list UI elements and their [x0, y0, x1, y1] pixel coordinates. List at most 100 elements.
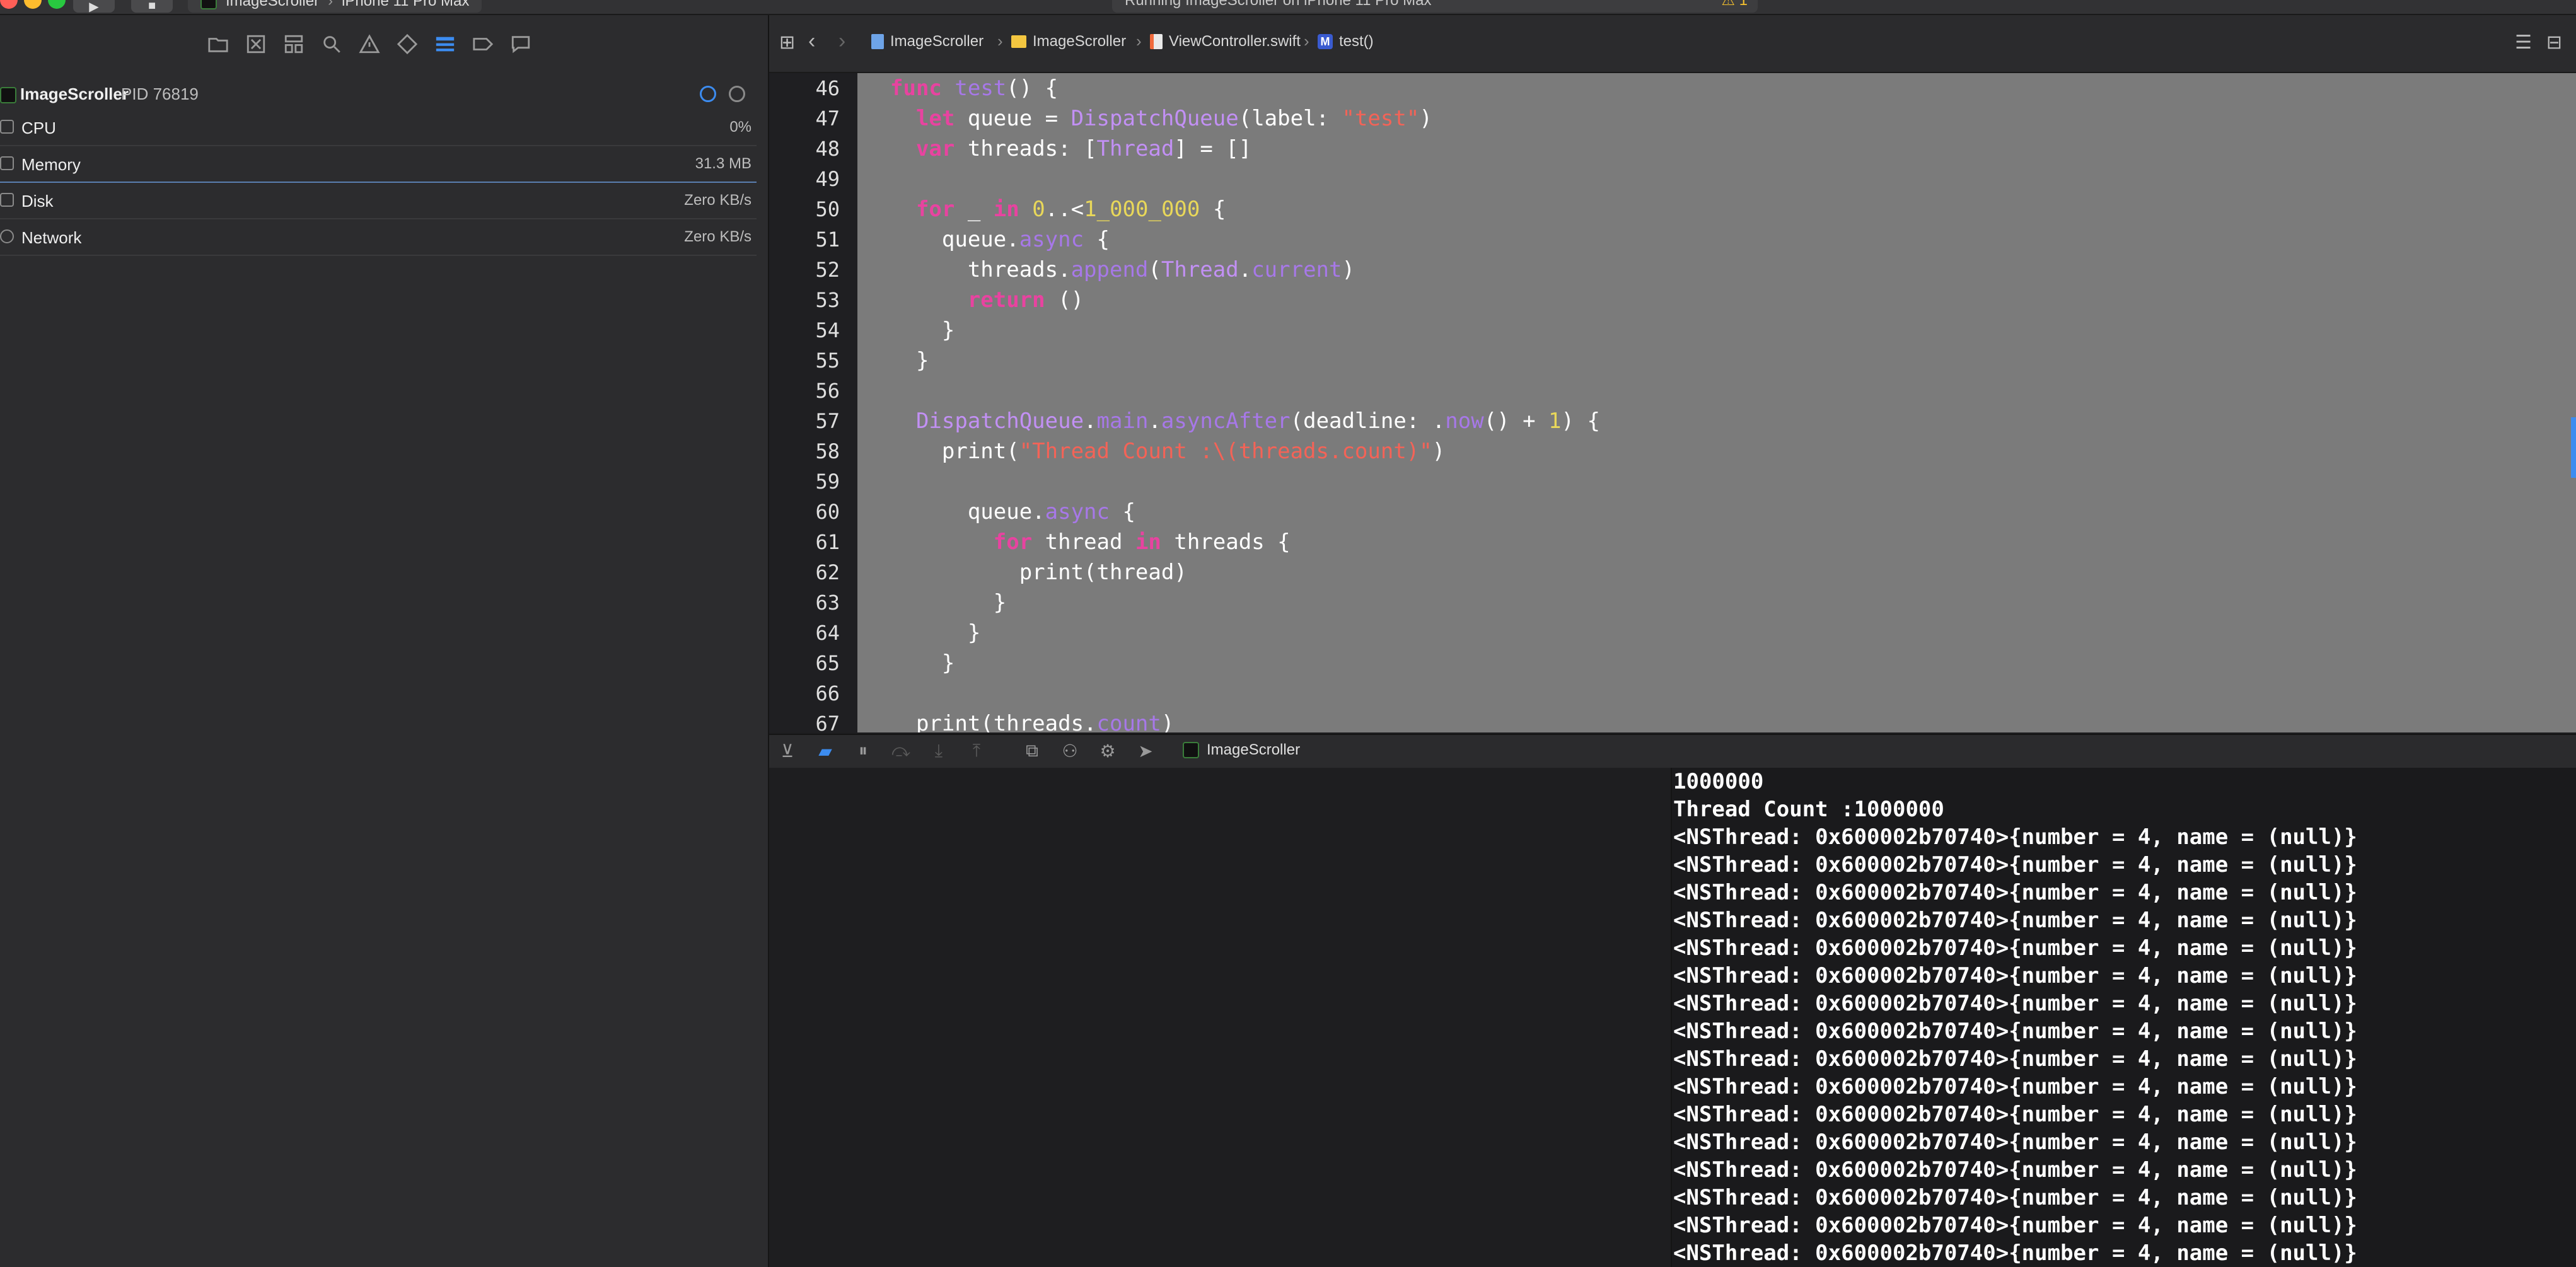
debug-navigator-tab[interactable] — [431, 30, 459, 58]
source-control-navigator-tab[interactable] — [242, 30, 270, 58]
play-icon: ▶ — [89, 0, 99, 14]
code-line: queue.async { — [769, 224, 2576, 255]
method-icon: M — [1318, 34, 1333, 49]
code-line: func test() { — [769, 73, 2576, 103]
console-line: 1000000 — [1673, 769, 1764, 794]
back-arrow-icon[interactable]: ‹ — [808, 29, 815, 54]
breakpoint-navigator-tab[interactable] — [469, 30, 497, 58]
breadcrumb-file[interactable]: ViewController.swift — [1150, 33, 1301, 50]
simulate-location-button[interactable]: ➤ — [1135, 740, 1156, 761]
gauge-toggle-icon[interactable] — [700, 86, 716, 102]
close-window-button[interactable] — [0, 0, 18, 9]
code-line: print(thread) — [769, 557, 2576, 587]
code-line: for _ in 0..<1_000_000 { — [769, 194, 2576, 224]
zoom-window-button[interactable] — [48, 0, 66, 9]
gauge-cpu[interactable]: CPU 0% — [0, 112, 757, 146]
console-line: <NSThread: 0x600002b70740>{number = 4, n… — [1673, 1074, 2357, 1099]
breadcrumb-project[interactable]: ImageScroller — [871, 33, 983, 50]
related-items-icon[interactable]: ⊞ — [779, 32, 795, 54]
symbol-navigator-tab[interactable] — [280, 30, 308, 58]
code-line: var threads: [Thread] = [] — [769, 134, 2576, 164]
breadcrumb-label: ImageScroller — [1033, 33, 1127, 50]
debug-process-selector[interactable]: ImageScroller — [1183, 741, 1300, 759]
code-editor[interactable]: 46 47 48 49 50 51 52 53 54 55 56 57 58 59 60 61 62 63 64 65… — [769, 73, 2576, 732]
gauge-memory[interactable]: Memory 31.3 MB — [0, 149, 757, 183]
variables-view[interactable] — [769, 768, 1672, 1267]
code-text: return () — [967, 287, 1084, 313]
console-line: <NSThread: 0x600002b70740>{number = 4, n… — [1673, 1046, 2357, 1072]
environment-overrides-button[interactable]: ⚙ — [1097, 740, 1118, 761]
warning-icon: ⚠ — [1721, 0, 1735, 9]
project-navigator-tab[interactable] — [204, 30, 232, 58]
gauge-network[interactable]: Network Zero KB/s — [0, 222, 757, 256]
speech-bubble-icon — [511, 36, 530, 54]
gauge-label: Disk — [21, 192, 54, 211]
issue-navigator-tab[interactable] — [356, 30, 383, 58]
process-row[interactable]: ImageScroller PID 76819 — [0, 79, 757, 111]
minimize-window-button[interactable] — [24, 0, 42, 9]
code-line: print("Thread Count :\(threads.count)") — [769, 436, 2576, 466]
step-over-button[interactable]: ⤼ — [890, 740, 912, 761]
hide-debug-area-button[interactable]: ⊻ — [777, 740, 798, 761]
code-line: } — [769, 345, 2576, 376]
run-button[interactable]: ▶ — [73, 0, 115, 14]
warning-triangle-icon — [359, 34, 380, 54]
code-line: let queue = DispatchQueue(label: "test") — [769, 103, 2576, 134]
magnifier-icon — [323, 36, 340, 53]
find-navigator-tab[interactable] — [318, 30, 345, 58]
warning-indicator[interactable]: ⚠ 1 — [1721, 0, 1748, 11]
code-text: queue.async { — [890, 227, 1110, 252]
step-into-button[interactable]: ⤓ — [928, 740, 949, 761]
console-line: <NSThread: 0x600002b70740>{number = 4, n… — [1673, 1130, 2357, 1155]
chevron-right-icon: › — [1136, 32, 1142, 50]
pause-button[interactable]: ⏸ — [852, 740, 874, 761]
memory-graph-button[interactable]: ⚇ — [1059, 740, 1081, 761]
activity-status: Running ImageScroller on iPhone 11 Pro M… — [1112, 0, 1758, 13]
options-icon[interactable] — [729, 86, 745, 102]
editor-jump-bar: ⊞ ‹ › ImageScroller › ImageScroller › Vi… — [769, 15, 2576, 73]
stop-button[interactable]: ■ — [131, 0, 173, 13]
code-text: print(thread) — [890, 560, 1187, 585]
breadcrumb-symbol[interactable]: M test() — [1318, 33, 1374, 50]
folder-icon — [208, 38, 228, 52]
console-output[interactable]: 1000000 Thread Count :1000000 <NSThread: 0… — [1672, 768, 2576, 1267]
code-line: } — [769, 315, 2576, 345]
code-text: print("Thread Count :\(threads.count)") — [890, 439, 1446, 464]
console-line: Thread Count :1000000 — [1673, 797, 1944, 822]
gauge-disk[interactable]: Disk Zero KB/s — [0, 185, 757, 219]
step-out-button[interactable]: ⤒ — [966, 740, 987, 761]
navigator-tab-bar — [0, 15, 768, 73]
editor-options-icon[interactable]: ☰ — [2515, 32, 2532, 54]
debug-process-label: ImageScroller — [1207, 741, 1301, 758]
project-file-icon — [871, 34, 884, 49]
app-icon — [1183, 742, 1199, 758]
console-line: <NSThread: 0x600002b70740>{number = 4, n… — [1673, 1157, 2357, 1183]
add-editor-icon[interactable]: ⊟ — [2546, 32, 2562, 54]
gauge-value: Zero KB/s — [684, 192, 751, 209]
code-text: func test() { — [890, 76, 1059, 101]
console-line: <NSThread: 0x600002b70740>{number = 4, n… — [1673, 963, 2357, 988]
test-navigator-tab[interactable] — [393, 30, 421, 58]
scheme-selector[interactable]: ImageScroller › iPhone 11 Pro Max — [188, 0, 482, 13]
chevron-right-icon: › — [328, 0, 334, 9]
swift-file-icon — [1150, 34, 1163, 49]
diamond-icon — [397, 33, 418, 55]
source-control-icon — [247, 35, 265, 54]
code-line: } — [769, 587, 2576, 618]
process-name: ImageScroller — [20, 84, 129, 103]
breakpoints-toggle-button[interactable]: ▰ — [815, 740, 836, 761]
report-navigator-tab[interactable] — [507, 30, 535, 58]
code-text: var threads: [Thread] = [] — [915, 136, 1252, 161]
forward-arrow-icon[interactable]: › — [838, 29, 845, 54]
console-line: <NSThread: 0x600002b70740>{number = 4, n… — [1673, 908, 2357, 933]
console-line: <NSThread: 0x600002b70740>{number = 4, n… — [1673, 852, 2357, 877]
console-line: <NSThread: 0x600002b70740>{number = 4, n… — [1673, 1213, 2357, 1238]
console-line: <NSThread: 0x600002b70740>{number = 4, n… — [1673, 1019, 2357, 1044]
code-text: threads.append(Thread.current) — [890, 257, 1355, 282]
window-toolbar: ▶ ■ ImageScroller › iPhone 11 Pro Max Ru… — [0, 0, 2576, 15]
view-debugger-button[interactable]: ⧉ — [1021, 740, 1043, 761]
breadcrumb-group[interactable]: ImageScroller — [1011, 33, 1126, 50]
disk-gauge-icon — [0, 193, 14, 207]
